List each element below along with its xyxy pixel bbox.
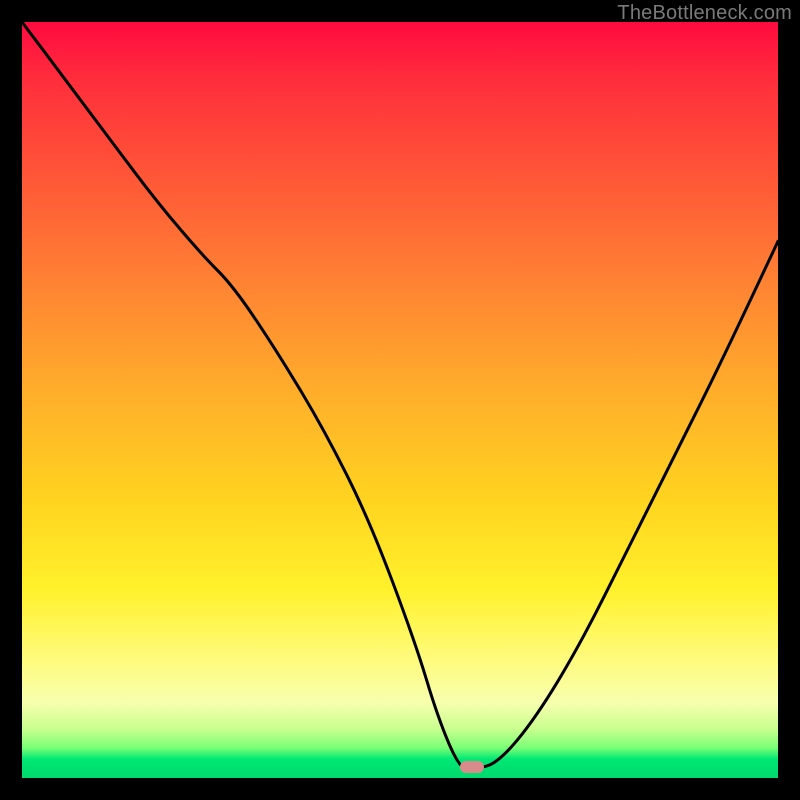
bottleneck-curve [22,22,778,778]
chart-frame: TheBottleneck.com [0,0,800,800]
optimum-marker [460,761,484,773]
watermark-text: TheBottleneck.com [617,2,792,25]
curve-path [22,22,778,770]
chart-plot-area [22,22,778,778]
